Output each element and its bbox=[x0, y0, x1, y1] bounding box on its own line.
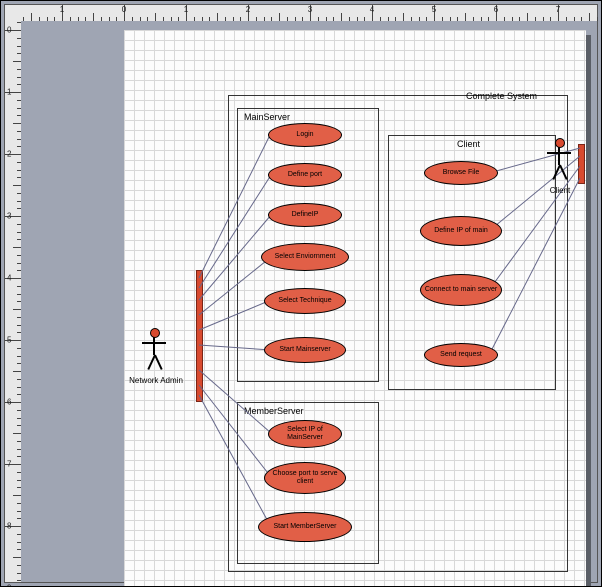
actor-head-icon bbox=[555, 138, 565, 148]
ruler-vertical[interactable]: 0123456789 bbox=[5, 21, 22, 582]
uc-label: Select Enviornment bbox=[275, 253, 336, 261]
actor-label-admin: Network Admin bbox=[126, 376, 186, 385]
uc-label: Connect to main server bbox=[425, 286, 497, 294]
ruler-corner bbox=[5, 5, 22, 22]
usecase-choose-port[interactable]: Choose port to serve client bbox=[264, 462, 346, 494]
container-label-memberserver: MemberServer bbox=[244, 406, 304, 416]
usecase-connect-main[interactable]: Connect to main server bbox=[420, 274, 502, 306]
system-boundary-title: Complete System bbox=[466, 91, 537, 101]
usecase-define-ip[interactable]: DefineIP bbox=[268, 203, 342, 227]
uc-label: Browse File bbox=[443, 169, 480, 177]
app-inner: 1012345678 0123456789 Complete System Ma… bbox=[4, 4, 598, 583]
container-label-client: Client bbox=[457, 139, 480, 149]
connector-bar-admin[interactable] bbox=[196, 270, 203, 402]
usecase-select-environment[interactable]: Select Enviornment bbox=[261, 243, 349, 271]
uc-label: Choose port to serve client bbox=[265, 470, 345, 485]
actor-label-client: Client bbox=[542, 186, 578, 195]
actor-network-admin[interactable] bbox=[142, 328, 166, 378]
uc-label: Login bbox=[296, 131, 313, 139]
actor-head-icon bbox=[150, 328, 160, 338]
usecase-define-port[interactable]: Define port bbox=[268, 163, 342, 187]
uc-label: DefineIP bbox=[292, 211, 319, 219]
usecase-define-ip-main[interactable]: Define IP of main bbox=[420, 216, 502, 246]
usecase-start-mainserver[interactable]: Start Mainserver bbox=[264, 337, 346, 363]
uc-label: Select Technique bbox=[278, 297, 331, 305]
usecase-start-memberserver[interactable]: Start MemberServer bbox=[258, 512, 352, 542]
usecase-browse-file[interactable]: Browse File bbox=[424, 161, 498, 185]
uc-label: Send request bbox=[440, 351, 482, 359]
usecase-send-request[interactable]: Send request bbox=[424, 343, 498, 367]
usecase-select-ip-mainserver[interactable]: Select IP of MainServer bbox=[268, 420, 342, 448]
uc-label: Start MemberServer bbox=[273, 523, 336, 531]
container-label-mainserver: MainServer bbox=[244, 112, 290, 122]
uc-label: Define port bbox=[288, 171, 322, 179]
connector-bar-client[interactable] bbox=[578, 144, 585, 184]
uc-label: Define IP of main bbox=[434, 227, 488, 235]
uc-label: Start Mainserver bbox=[279, 346, 330, 354]
ruler-horizontal[interactable]: 1012345678 bbox=[21, 5, 597, 22]
usecase-login[interactable]: Login bbox=[268, 123, 342, 147]
uc-label: Select IP of MainServer bbox=[269, 426, 341, 441]
drawing-stage[interactable]: Complete System MainServer Client Member… bbox=[21, 21, 597, 582]
app-window: 1012345678 0123456789 Complete System Ma… bbox=[0, 0, 602, 587]
actor-client[interactable] bbox=[547, 138, 571, 188]
drawing-canvas[interactable]: Complete System MainServer Client Member… bbox=[124, 30, 586, 587]
usecase-select-technique[interactable]: Select Technique bbox=[264, 288, 346, 314]
